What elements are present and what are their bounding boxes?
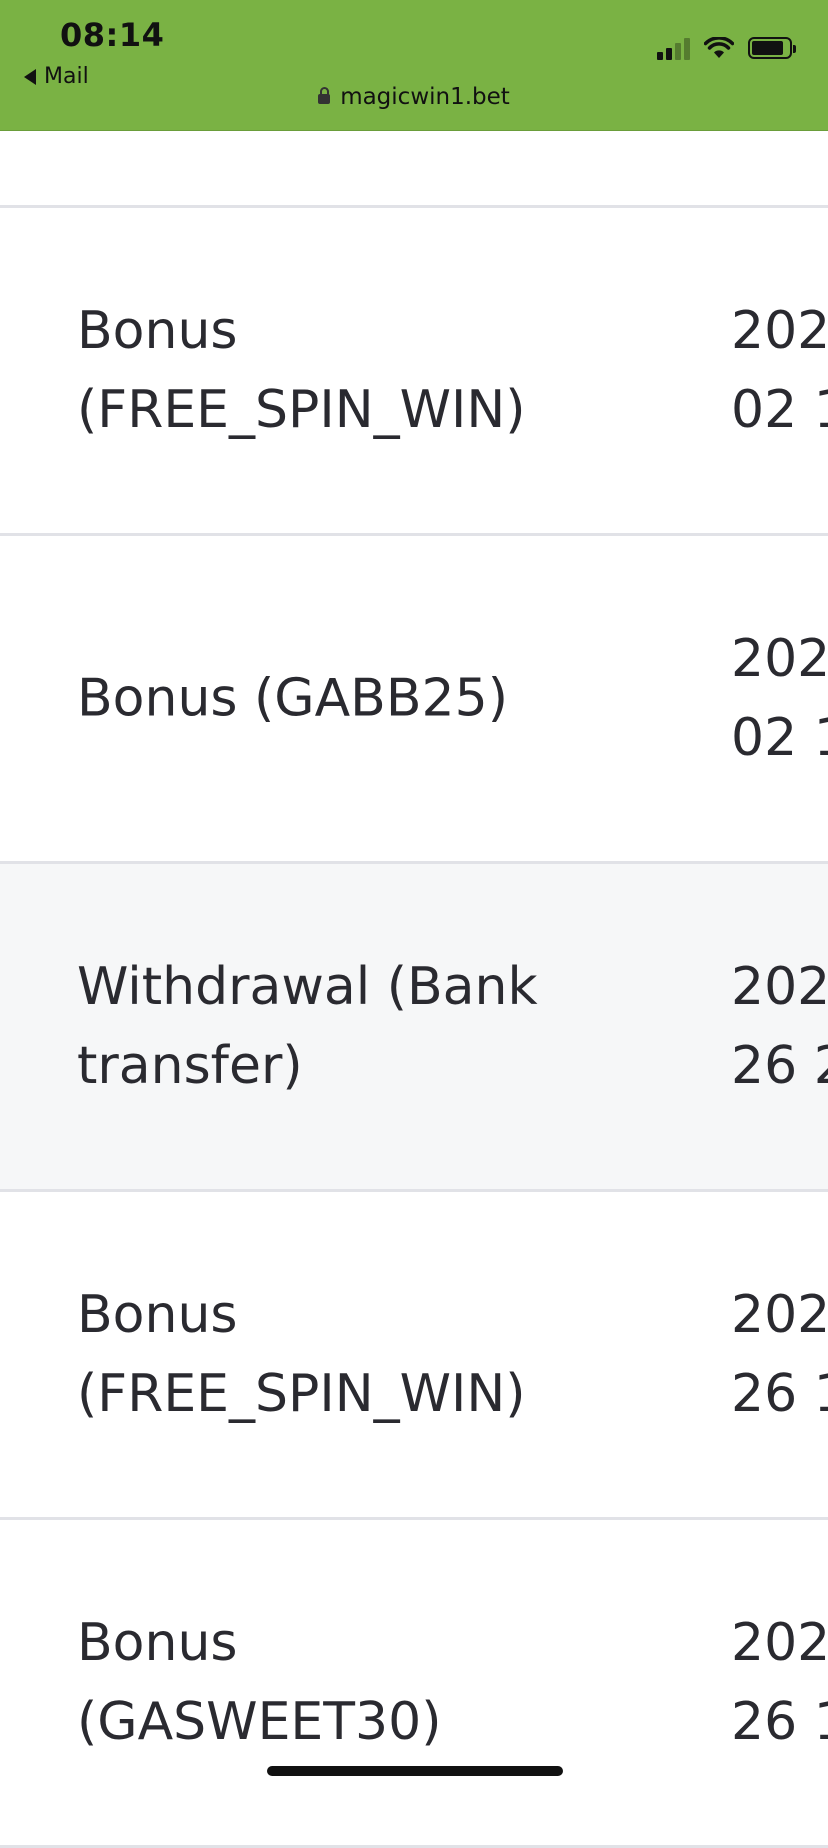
- back-arrow-icon: [24, 68, 36, 85]
- transaction-type: Bonus (GASWEET30): [77, 1612, 442, 1752]
- clock: 08:14: [60, 16, 165, 54]
- transaction-type: Bonus (FREE_SPIN_WIN): [77, 300, 526, 440]
- table-row: Bonus (GASWEET30) 202 26 1: [0, 1520, 828, 1848]
- home-indicator[interactable]: [267, 1766, 563, 1776]
- transaction-type: Bonus (GABB25): [77, 668, 508, 728]
- table-row-partial: [0, 131, 828, 208]
- url-text: magicwin1.bet: [340, 84, 510, 110]
- status-icons: [657, 36, 796, 60]
- transaction-date: 202 26 1: [731, 1612, 828, 1752]
- lock-icon: [318, 87, 331, 104]
- status-bar: 08:14 Mail magicwin1.bet: [0, 0, 828, 131]
- transaction-type: Bonus (FREE_SPIN_WIN): [77, 1284, 526, 1424]
- table-row: Withdrawal (Bank transfer) 202 26 2: [0, 864, 828, 1192]
- transaction-date: 202 26 2: [731, 956, 828, 1096]
- transactions-table: Bonus (FREE_SPIN_WIN) 202 02 1 Bonus (GA…: [0, 131, 828, 1848]
- transaction-date: 202 02 1: [731, 628, 828, 768]
- transaction-date: 202 26 1: [731, 1284, 828, 1424]
- address-bar[interactable]: magicwin1.bet: [0, 84, 828, 110]
- table-row: Bonus (GABB25) 202 02 1: [0, 536, 828, 864]
- battery-icon: [748, 37, 796, 59]
- wifi-icon: [704, 37, 734, 58]
- transaction-type: Withdrawal (Bank transfer): [77, 956, 538, 1096]
- table-row: Bonus (FREE_SPIN_WIN) 202 26 1: [0, 1192, 828, 1520]
- table-row: Bonus (FREE_SPIN_WIN) 202 02 1: [0, 208, 828, 536]
- transaction-date: 202 02 1: [731, 300, 828, 440]
- signal-icon: [657, 36, 690, 60]
